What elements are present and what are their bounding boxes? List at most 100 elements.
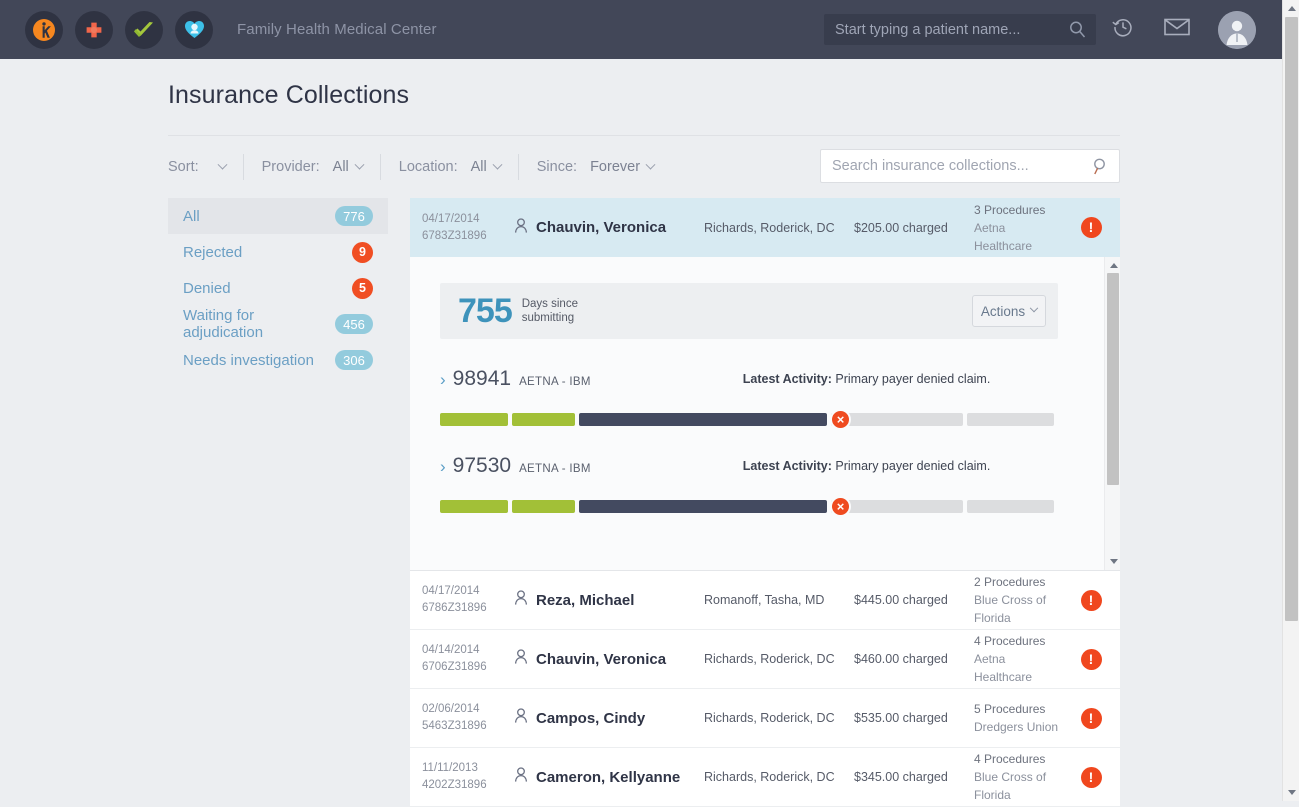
- alert-cell[interactable]: !: [1062, 708, 1120, 729]
- sidebar-item-denied[interactable]: Denied 5: [168, 270, 388, 306]
- detail-scrollbar-thumb[interactable]: [1107, 273, 1119, 485]
- status-sidebar: All 776 Rejected 9 Denied 5 Waiting for …: [168, 198, 388, 378]
- filter-provider-label: Provider:: [262, 159, 320, 175]
- detail-scrollbar[interactable]: [1104, 257, 1120, 570]
- payer-name: Blue Cross of Florida: [974, 591, 1062, 627]
- amount-cell: $345.00 charged: [854, 770, 974, 784]
- filter-sort[interactable]: Sort:: [168, 154, 243, 180]
- latest-activity: Latest Activity: Primary payer denied cl…: [743, 372, 991, 386]
- filter-location-label: Location:: [399, 159, 458, 175]
- alert-cell[interactable]: !: [1062, 767, 1120, 788]
- alert-cell[interactable]: !: [1062, 590, 1120, 611]
- days-label-line2: submitting: [522, 311, 578, 325]
- history-button[interactable]: [1096, 10, 1150, 50]
- topbar-actions: [824, 10, 1256, 50]
- patient-name-cell: Chauvin, Veronica: [514, 649, 704, 669]
- actions-button-label: Actions: [981, 304, 1025, 319]
- claim-id: 6786Z31896: [422, 600, 514, 617]
- alert-exclamation-icon: !: [1081, 590, 1102, 611]
- filter-since-label: Since:: [537, 159, 577, 175]
- claim-date-cell: 11/11/2013 4202Z31896: [422, 760, 514, 794]
- scroll-down-arrow-icon[interactable]: [1283, 784, 1299, 801]
- scroll-down-arrow-icon[interactable]: [1105, 553, 1120, 570]
- collections-search-container[interactable]: [820, 149, 1120, 183]
- procedures-cell: 3 Procedures Aetna Healthcare: [974, 201, 1062, 255]
- claim-block-header[interactable]: › 97530 AETNA - IBM Latest Activity: Pri…: [440, 454, 1058, 478]
- x-error-marker-icon[interactable]: ×: [830, 409, 851, 430]
- procedures-count: 4 Procedures: [974, 750, 1062, 768]
- kareo-k-logo-icon[interactable]: [25, 11, 63, 49]
- actions-button[interactable]: Actions: [972, 295, 1046, 327]
- claim-progress-bar: ×: [440, 413, 1058, 426]
- filter-provider-value: All: [333, 159, 349, 175]
- person-icon: [514, 590, 528, 610]
- brand-title: Family Health Medical Center: [237, 21, 437, 38]
- patient-search-container[interactable]: [824, 14, 1096, 45]
- patient-name-cell: Chauvin, Veronica: [514, 218, 704, 238]
- patient-name-cell: Campos, Cindy: [514, 708, 704, 728]
- green-checkmark-icon[interactable]: [125, 11, 163, 49]
- claim-id: 5463Z31896: [422, 718, 514, 735]
- blue-heart-icon[interactable]: [175, 11, 213, 49]
- days-since-number: 755: [458, 292, 512, 331]
- sidebar-item-needs-investigation[interactable]: Needs investigation 306: [168, 342, 388, 378]
- table-row[interactable]: 11/11/2013 4202Z31896 Cameron, Kellyanne…: [410, 748, 1120, 807]
- search-input[interactable]: [821, 150, 1119, 182]
- payer-name: Dredgers Union: [974, 718, 1062, 736]
- claim-id: 6706Z31896: [422, 659, 514, 676]
- claim-detail-inner: 755 Days since submitting Actions: [410, 257, 1082, 513]
- days-since-label: Days since submitting: [522, 297, 578, 325]
- patient-name: Cameron, Kellyanne: [536, 769, 680, 786]
- person-icon: [514, 767, 528, 787]
- sidebar-item-all[interactable]: All 776: [168, 198, 388, 234]
- chevron-down-icon: [1030, 304, 1038, 312]
- sidebar-item-rejected[interactable]: Rejected 9: [168, 234, 388, 270]
- x-error-marker-icon[interactable]: ×: [830, 496, 851, 517]
- page-scrollbar[interactable]: [1282, 0, 1299, 801]
- procedures-count: 5 Procedures: [974, 700, 1062, 718]
- filter-location[interactable]: Location: All: [380, 154, 518, 180]
- filter-since[interactable]: Since: Forever: [518, 154, 671, 180]
- chevron-right-icon[interactable]: ›: [440, 371, 446, 388]
- patient-name: Chauvin, Veronica: [536, 219, 666, 236]
- messages-button[interactable]: [1150, 10, 1204, 50]
- payer-name: Blue Cross of Florida: [974, 768, 1062, 804]
- search-icon: [1068, 20, 1087, 44]
- claim-date-cell: 04/17/2014 6783Z31896: [422, 211, 514, 245]
- person-icon: [514, 218, 528, 238]
- latest-activity: Latest Activity: Primary payer denied cl…: [743, 459, 991, 473]
- procedures-cell: 4 Procedures Blue Cross of Florida: [974, 750, 1062, 804]
- table-row[interactable]: 04/14/2014 6706Z31896 Chauvin, Veronica …: [410, 630, 1120, 689]
- history-clock-icon: [1111, 15, 1135, 44]
- person-icon: [514, 649, 528, 669]
- claim-block: › 98941 AETNA - IBM Latest Activity: Pri…: [440, 367, 1058, 426]
- search-icon: [1092, 157, 1109, 181]
- table-row[interactable]: 02/06/2014 5463Z31896 Campos, Cindy Rich…: [410, 689, 1120, 748]
- scroll-up-arrow-icon[interactable]: [1283, 0, 1299, 17]
- days-since-submitting-card: 755 Days since submitting Actions: [440, 283, 1058, 339]
- person-icon: [514, 708, 528, 728]
- page-scrollbar-thumb[interactable]: [1285, 17, 1298, 621]
- page-body: Insurance Collections Sort: Provider: Al…: [0, 59, 1282, 801]
- progress-segment-paid: [967, 500, 1054, 513]
- filter-provider[interactable]: Provider: All: [243, 154, 380, 180]
- days-label-line1: Days since: [522, 297, 578, 311]
- scroll-up-arrow-icon[interactable]: [1105, 257, 1120, 274]
- latest-activity-text: Primary payer denied claim.: [835, 459, 990, 473]
- sidebar-item-waiting-for-adjudication[interactable]: Waiting for adjudication 456: [168, 306, 388, 342]
- table-row[interactable]: 04/17/2014 6786Z31896 Reza, Michael Roma…: [410, 571, 1120, 630]
- medical-cross-icon[interactable]: [75, 11, 113, 49]
- claim-date-cell: 04/14/2014 6706Z31896: [422, 642, 514, 676]
- chevron-down-icon: [354, 159, 364, 169]
- status-badge: 9: [352, 242, 373, 263]
- avatar[interactable]: [1218, 11, 1256, 49]
- table-row-expanded[interactable]: 04/17/2014 6783Z31896 Chauvin, Veronica …: [410, 198, 1120, 257]
- claim-block-header[interactable]: › 98941 AETNA - IBM Latest Activity: Pri…: [440, 367, 1058, 391]
- alert-cell[interactable]: !: [1062, 217, 1120, 238]
- alert-cell[interactable]: !: [1062, 649, 1120, 670]
- patient-name: Chauvin, Veronica: [536, 651, 666, 668]
- filter-since-value: Forever: [590, 159, 640, 175]
- chevron-right-icon[interactable]: ›: [440, 458, 446, 475]
- claim-date: 11/11/2013: [422, 760, 514, 777]
- patient-search-input[interactable]: [824, 14, 1096, 45]
